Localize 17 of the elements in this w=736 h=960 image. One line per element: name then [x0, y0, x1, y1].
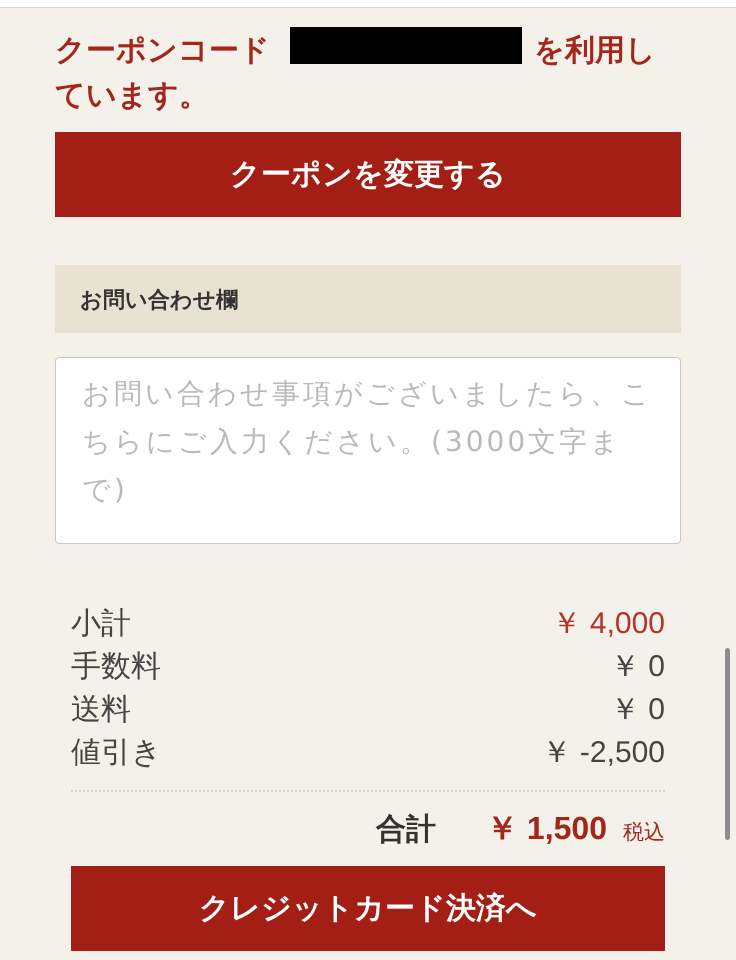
coupon-notice-text: クーポンコード を利用しています。 [55, 23, 681, 118]
summary-label: 値引き [71, 735, 162, 771]
tax-note: 税込 [623, 820, 665, 846]
checkout-button[interactable]: クレジットカード決済へ [71, 866, 665, 951]
summary-value: ￥ 0 [610, 649, 665, 685]
summary-value: ￥ 0 [610, 692, 665, 728]
inquiry-heading: お問い合わせ欄 [55, 265, 681, 333]
summary-value: ￥ -2,500 [542, 735, 665, 771]
summary-label: 手数料 [71, 649, 161, 685]
scrollbar-thumb[interactable] [725, 648, 730, 840]
summary-label: 送料 [71, 692, 131, 728]
summary-value: ￥ 4,000 [552, 606, 665, 642]
change-coupon-button[interactable]: クーポンを変更する [55, 132, 681, 217]
inquiry-field[interactable]: お問い合わせ事項がございましたら、こちらにご入力ください。(3000文字まで) [55, 357, 681, 544]
total-label: 合計 [376, 812, 436, 848]
summary-label: 小計 [71, 606, 131, 642]
total-value: ￥ 1,500 [486, 809, 607, 848]
